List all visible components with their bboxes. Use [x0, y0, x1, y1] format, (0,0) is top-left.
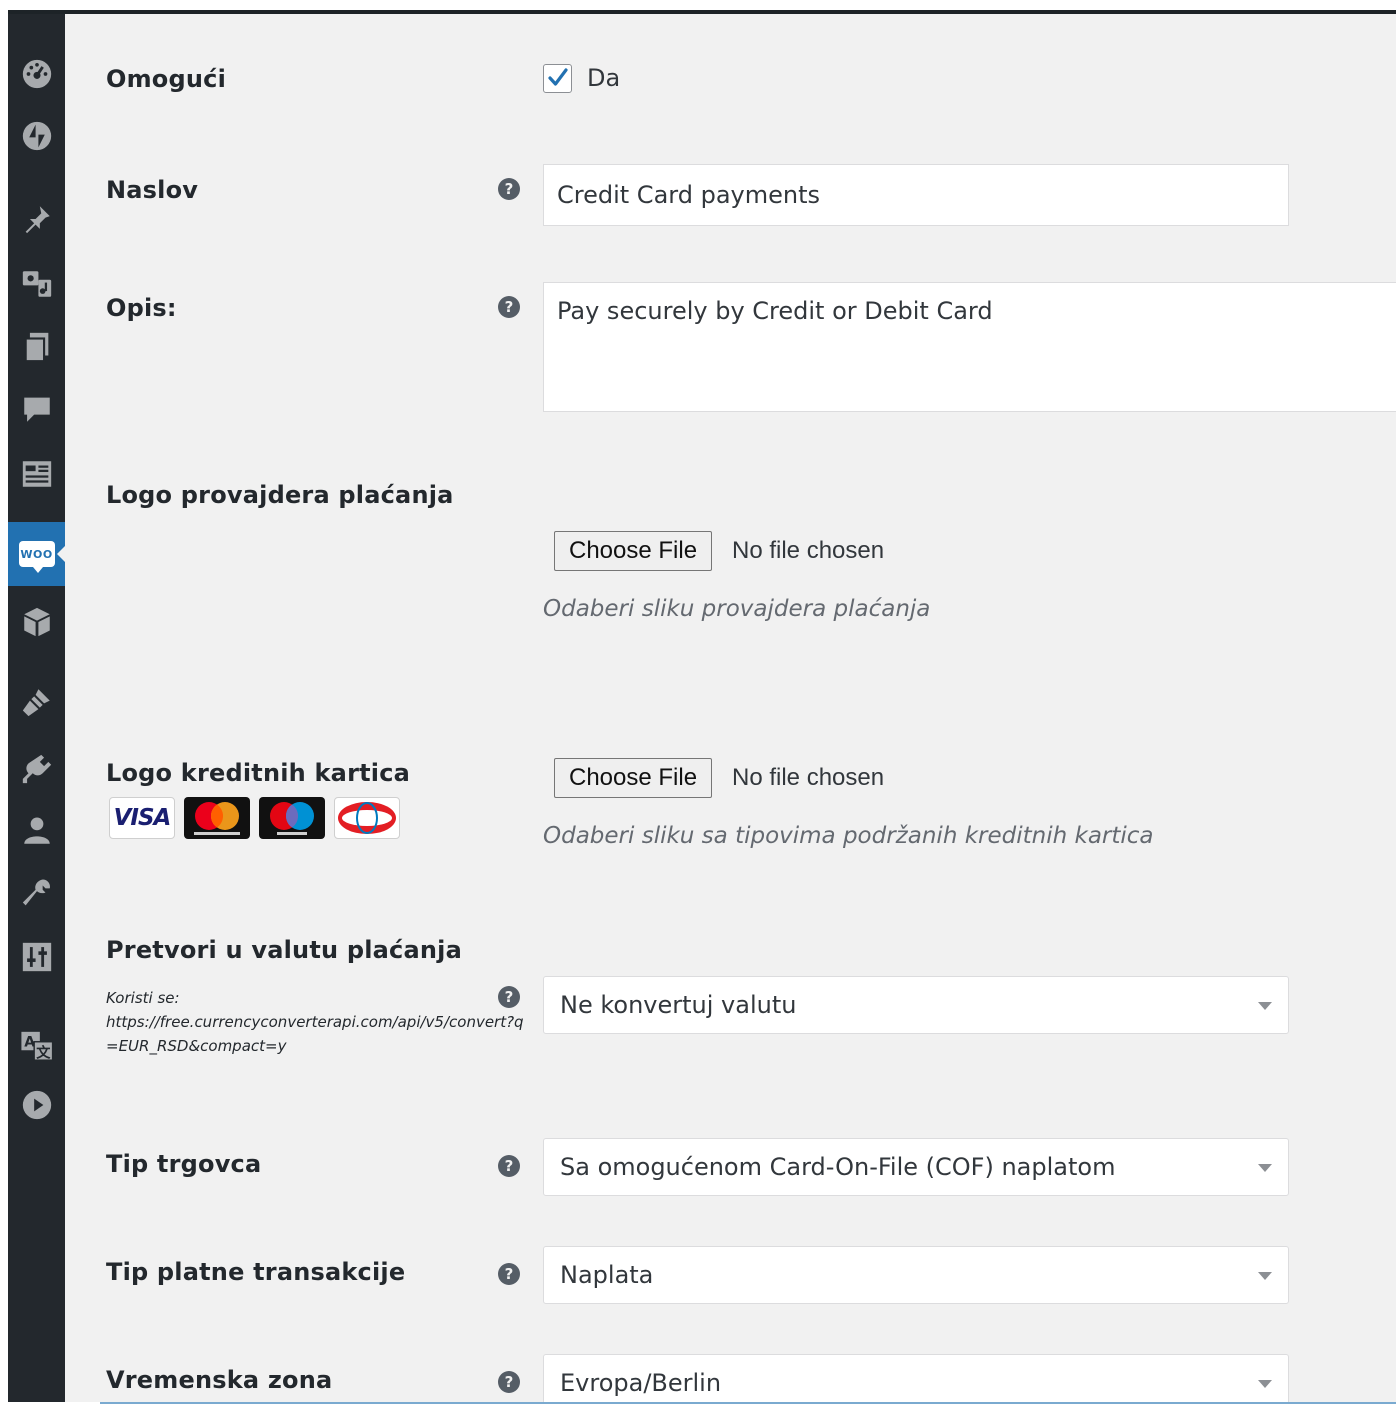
maestro-logo [259, 797, 325, 839]
merchant-type-label: Tip trgovca [106, 1150, 262, 1178]
card-logo-label: Logo kreditnih kartica [106, 759, 411, 787]
chevron-down-icon [1258, 1002, 1272, 1010]
timezone-help-icon[interactable]: ? [498, 1371, 520, 1393]
provider-logo-hint: Odaberi sliku provajdera plaćanja [543, 596, 931, 622]
transaction-type-select-value: Naplata [560, 1261, 654, 1289]
timezone-label: Vremenska zona [106, 1366, 333, 1394]
provider-logo-choose-file-button[interactable]: Choose File [554, 531, 713, 571]
currency-api-note: Koristi se: https://free.currencyconvert… [106, 986, 526, 1058]
enable-label: Omogući [106, 65, 227, 93]
dashboard-icon[interactable] [8, 54, 65, 94]
card-logos: VISA [109, 797, 400, 839]
title-help-icon[interactable]: ? [498, 178, 520, 200]
description-label: Opis: [106, 294, 177, 322]
users-icon[interactable] [8, 811, 65, 851]
posts-pin-icon[interactable] [8, 199, 65, 239]
provider-logo-label: Logo provajdera plaćanja [106, 481, 454, 509]
forms-icon[interactable] [8, 454, 65, 494]
card-logo-hint: Odaberi sliku sa tipovima podržanih kred… [543, 823, 1154, 849]
appearance-brush-icon[interactable] [8, 682, 65, 722]
card-logo-choose-file-button[interactable]: Choose File [554, 758, 713, 798]
products-box-icon[interactable] [8, 602, 65, 642]
plugins-icon[interactable] [8, 749, 65, 789]
jetpack-icon[interactable] [8, 116, 65, 156]
comments-icon[interactable] [8, 389, 65, 429]
merchant-type-help-icon[interactable]: ? [498, 1155, 520, 1177]
visa-logo: VISA [109, 797, 175, 839]
merchant-type-select-value: Sa omogućenom Card-On-File (COF) naplato… [560, 1153, 1116, 1181]
transaction-type-help-icon[interactable]: ? [498, 1263, 520, 1285]
admin-sidebar: WOO A文 [8, 14, 65, 1406]
currency-select-value: Ne konvertuj valutu [560, 991, 797, 1019]
settings-frame: WOO A文 Omogući Da Naslov ? Credit Card p… [8, 10, 1396, 1406]
woocommerce-icon[interactable]: WOO [8, 522, 65, 586]
svg-text:文: 文 [36, 1044, 51, 1061]
tools-wrench-icon[interactable] [8, 874, 65, 914]
chevron-down-icon [1258, 1380, 1272, 1388]
currency-api-note-prefix: Koristi se: [106, 989, 180, 1007]
settings-sliders-icon[interactable] [8, 937, 65, 977]
currency-help-icon[interactable]: ? [498, 986, 520, 1008]
provider-logo-file-status: No file chosen [732, 537, 885, 564]
description-textarea[interactable]: Pay securely by Credit or Debit Card [543, 282, 1396, 412]
chevron-down-icon [1258, 1164, 1272, 1172]
media-icon[interactable] [8, 264, 65, 304]
pages-icon[interactable] [8, 327, 65, 367]
title-input[interactable]: Credit Card payments [543, 164, 1289, 226]
description-help-icon[interactable]: ? [498, 296, 520, 318]
mastercard-logo [184, 797, 250, 839]
enable-checkbox[interactable] [543, 64, 572, 93]
transaction-type-select[interactable]: Naplata [543, 1246, 1289, 1304]
title-label: Naslov [106, 176, 199, 204]
diners-club-logo [334, 797, 400, 839]
play-circle-icon[interactable] [8, 1085, 65, 1125]
chevron-down-icon [1258, 1272, 1272, 1280]
enable-checkbox-label[interactable]: Da [587, 64, 620, 93]
translate-icon[interactable]: A文 [8, 1026, 65, 1066]
currency-label: Pretvori u valutu plaćanja [106, 936, 462, 964]
transaction-type-label: Tip platne transakcije [106, 1258, 406, 1286]
timezone-select[interactable]: Evropa/Berlin [543, 1354, 1289, 1406]
checkmark-icon [548, 68, 568, 86]
bottom-edge [0, 1402, 1396, 1411]
currency-select[interactable]: Ne konvertuj valutu [543, 976, 1289, 1034]
card-logo-file-status: No file chosen [732, 764, 885, 791]
woo-badge: WOO [18, 541, 55, 573]
timezone-select-value: Evropa/Berlin [560, 1369, 722, 1397]
currency-api-note-url: https://free.currencyconverterapi.com/ap… [106, 1013, 524, 1055]
merchant-type-select[interactable]: Sa omogućenom Card-On-File (COF) naplato… [543, 1138, 1289, 1196]
